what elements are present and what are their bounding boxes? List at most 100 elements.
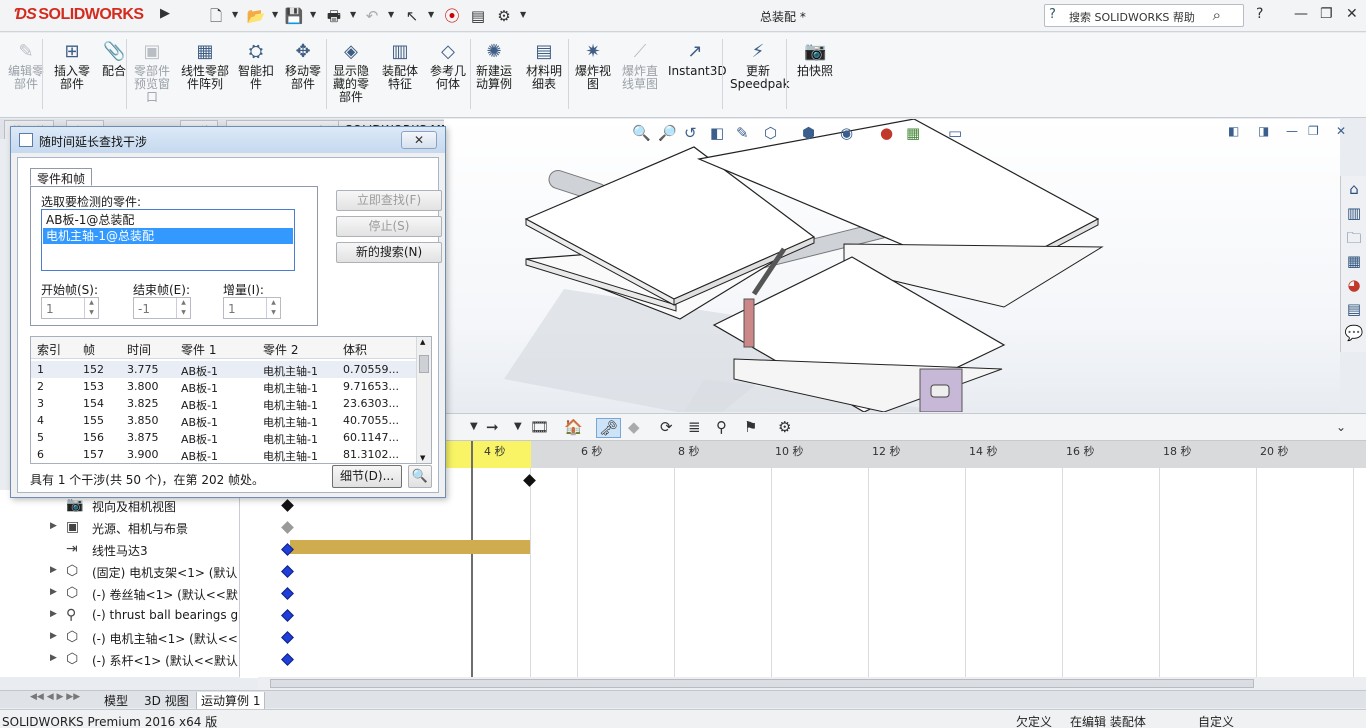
- stop-button[interactable]: 停止(S): [336, 216, 442, 237]
- tab-3d-view[interactable]: 3D 视图: [144, 692, 189, 709]
- doc-restore-icon[interactable]: ❐: [1308, 124, 1319, 138]
- scroll-down-icon[interactable]: ▼: [420, 454, 425, 462]
- save-dropdown-icon[interactable]: ▼: [310, 10, 316, 19]
- ribbon-button-insert-component[interactable]: ⊞ 插入零 部件: [50, 41, 94, 91]
- display-style-icon[interactable]: ⬢: [802, 124, 815, 142]
- autokey-icon[interactable]: 🗝: [596, 418, 622, 438]
- doc-minimize-icon[interactable]: —: [1286, 124, 1298, 138]
- menu-expand-icon[interactable]: ▶: [160, 6, 172, 26]
- playback-mode-icon[interactable]: ➞: [486, 418, 499, 436]
- ribbon-button-move-component[interactable]: ✥ 移动零 部件: [280, 41, 326, 91]
- add-key-icon[interactable]: ◆: [628, 418, 640, 436]
- section-view-icon[interactable]: ◧: [710, 124, 724, 142]
- timeline-ruler[interactable]: 4 秒 6 秒 8 秒 10 秒 12 秒 14 秒 16 秒 18 秒 20 秒: [444, 441, 1366, 468]
- ribbon-button-reference-geometry[interactable]: ◇ 参考几 何体: [426, 41, 470, 91]
- new-document-icon[interactable]: 🗋: [206, 6, 226, 26]
- time-bar-cursor[interactable]: [471, 441, 473, 677]
- graphics-area[interactable]: [444, 119, 1340, 412]
- ribbon-button-snapshot[interactable]: 📷 拍快照: [794, 41, 836, 78]
- ribbon-button-smart-fastener[interactable]: ⛭ 智能扣 件: [236, 41, 276, 91]
- parts-listbox[interactable]: AB板-1@总装配 电机主轴-1@总装配: [41, 209, 295, 271]
- help-search-input[interactable]: ? 搜索 SOLIDWORKS 帮助 ⌕: [1044, 4, 1244, 27]
- part-item-ab-plate[interactable]: AB板-1@总装配: [43, 212, 293, 228]
- save-icon[interactable]: 💾: [284, 6, 304, 26]
- rebuild-icon[interactable]: ⦿: [442, 6, 462, 26]
- ribbon-button-exploded-view[interactable]: ✷ 爆炸视 图: [572, 41, 614, 91]
- solidworks-resources-icon[interactable]: ⌂: [1344, 180, 1364, 200]
- print-icon[interactable]: 🖶: [324, 6, 344, 26]
- ribbon-button-assembly-feature[interactable]: ▥ 装配体 特征: [378, 41, 422, 91]
- results-column-header[interactable]: 索引: [37, 341, 61, 358]
- ribbon-button-new-motion-study[interactable]: ✺ 新建运 动算例: [472, 41, 516, 91]
- appearances-icon[interactable]: ◕: [1344, 276, 1364, 296]
- animation-wizard-icon[interactable]: 🏠: [564, 418, 583, 436]
- ribbon-button-instant3d[interactable]: ↗ Instant3D: [668, 41, 727, 78]
- timeline-grid[interactable]: [240, 468, 1366, 678]
- apply-scene-icon[interactable]: ▦: [906, 124, 920, 142]
- minimize-icon[interactable]: —: [1294, 6, 1308, 22]
- open-dropdown-icon[interactable]: ▼: [272, 10, 278, 19]
- new-search-button[interactable]: 新的搜索(N): [336, 242, 442, 263]
- close-icon[interactable]: ✕: [1346, 6, 1358, 22]
- new-dropdown-icon[interactable]: ▼: [232, 10, 238, 19]
- table-row[interactable]: 2 153 3.800 AB板-1 电机主轴-1 9.71653...: [31, 378, 417, 395]
- dialog-close-button[interactable]: ✕: [401, 131, 437, 149]
- options-gear-icon[interactable]: ⚙: [494, 6, 514, 26]
- dialog-title-bar[interactable]: 随时间延长查找干涉 ✕: [11, 127, 445, 153]
- expand-arrow-icon[interactable]: ▶: [50, 653, 57, 663]
- results-scrollbar[interactable]: ▲ ▼: [416, 337, 431, 463]
- table-row[interactable]: 3 154 3.825 AB板-1 电机主轴-1 23.6303...: [31, 395, 417, 412]
- table-row[interactable]: 5 156 3.875 AB板-1 电机主轴-1 60.1147...: [31, 429, 417, 446]
- linear-motor-duration-bar[interactable]: [290, 540, 530, 554]
- tab-model[interactable]: 模型: [104, 692, 128, 709]
- options-dropdown-icon[interactable]: ▼: [520, 10, 526, 19]
- hide-show-items-icon[interactable]: ◉: [840, 124, 853, 142]
- h-scroll-thumb[interactable]: [270, 679, 1254, 688]
- ribbon-button-linear-pattern[interactable]: ▦ 线性零部 件阵列: [178, 41, 232, 91]
- motion-study-properties-icon[interactable]: ⚙: [778, 418, 791, 436]
- expand-arrow-icon[interactable]: ▶: [50, 609, 57, 619]
- select-dropdown-icon[interactable]: ▼: [428, 10, 434, 19]
- spring-icon[interactable]: ≣: [688, 418, 701, 436]
- results-column-header[interactable]: 体积: [343, 341, 367, 358]
- expand-arrow-icon[interactable]: ▶: [50, 631, 57, 641]
- ribbon-button-bom[interactable]: ▤ 材料明 细表: [524, 41, 564, 91]
- previous-view-icon[interactable]: ↺: [684, 124, 697, 142]
- units-custom-status[interactable]: 自定义: [1198, 713, 1234, 728]
- ribbon-button-show-hidden[interactable]: ◈ 显示隐 藏的零 部件: [330, 41, 372, 104]
- tile-left-icon[interactable]: ◧: [1228, 124, 1239, 138]
- ribbon-button-speedpak[interactable]: ⚡ 更新 Speedpak: [730, 41, 790, 91]
- expand-arrow-icon[interactable]: ▶: [50, 521, 57, 531]
- help-icon[interactable]: ?: [1256, 6, 1263, 22]
- collapse-motion-manager-icon[interactable]: ⌄: [1336, 420, 1346, 434]
- file-properties-icon[interactable]: ▤: [468, 6, 488, 26]
- select-cursor-icon[interactable]: ↖: [402, 6, 422, 26]
- results-column-header[interactable]: 零件 2: [263, 341, 298, 358]
- view-settings-icon[interactable]: ▭: [948, 124, 962, 142]
- solidworks-logo[interactable]: ƊS SOLIDWORKS: [14, 6, 144, 24]
- scroll-thumb[interactable]: [419, 355, 429, 373]
- zoom-to-fit-icon[interactable]: 🔍: [632, 124, 651, 142]
- ribbon-button-component-preview[interactable]: ▣ 零部件 预览窗 口: [130, 41, 174, 104]
- tab-nav-arrows-icon[interactable]: ◀◀ ◀ ▶ ▶▶: [30, 692, 80, 702]
- results-column-header[interactable]: 帧: [83, 341, 95, 358]
- expand-arrow-icon[interactable]: ▶: [50, 587, 57, 597]
- file-explorer-icon[interactable]: 🗀: [1344, 228, 1364, 248]
- edit-appearance-icon[interactable]: ●: [880, 124, 893, 142]
- table-row[interactable]: 4 155 3.850 AB板-1 电机主轴-1 40.7055...: [31, 412, 417, 429]
- motor-icon[interactable]: ⟳: [660, 418, 673, 436]
- design-library-icon[interactable]: ▥: [1344, 204, 1364, 224]
- view-orientation-icon[interactable]: ⬡: [764, 124, 777, 142]
- part-item-motor-shaft[interactable]: 电机主轴-1@总装配: [43, 228, 293, 244]
- tab-motion-study-1[interactable]: 运动算例 1: [196, 692, 266, 710]
- restore-icon[interactable]: ❐: [1320, 6, 1333, 22]
- start-frame-stepper[interactable]: 1 ▲ ▼: [41, 297, 99, 319]
- custom-properties-icon[interactable]: ▤: [1344, 300, 1364, 320]
- details-button[interactable]: 细节(D)...: [332, 465, 402, 488]
- search-icon[interactable]: ⌕: [1213, 6, 1221, 24]
- ribbon-button-edit-component[interactable]: ✎ 编辑零 部件: [6, 41, 46, 91]
- scroll-up-icon[interactable]: ▲: [420, 338, 425, 346]
- ribbon-button-explode-line-sketch[interactable]: ⟋ 爆炸直 线草图: [618, 41, 662, 91]
- open-folder-icon[interactable]: 📂: [246, 6, 266, 26]
- tab-parts-and-frames[interactable]: 零件和帧: [30, 168, 93, 186]
